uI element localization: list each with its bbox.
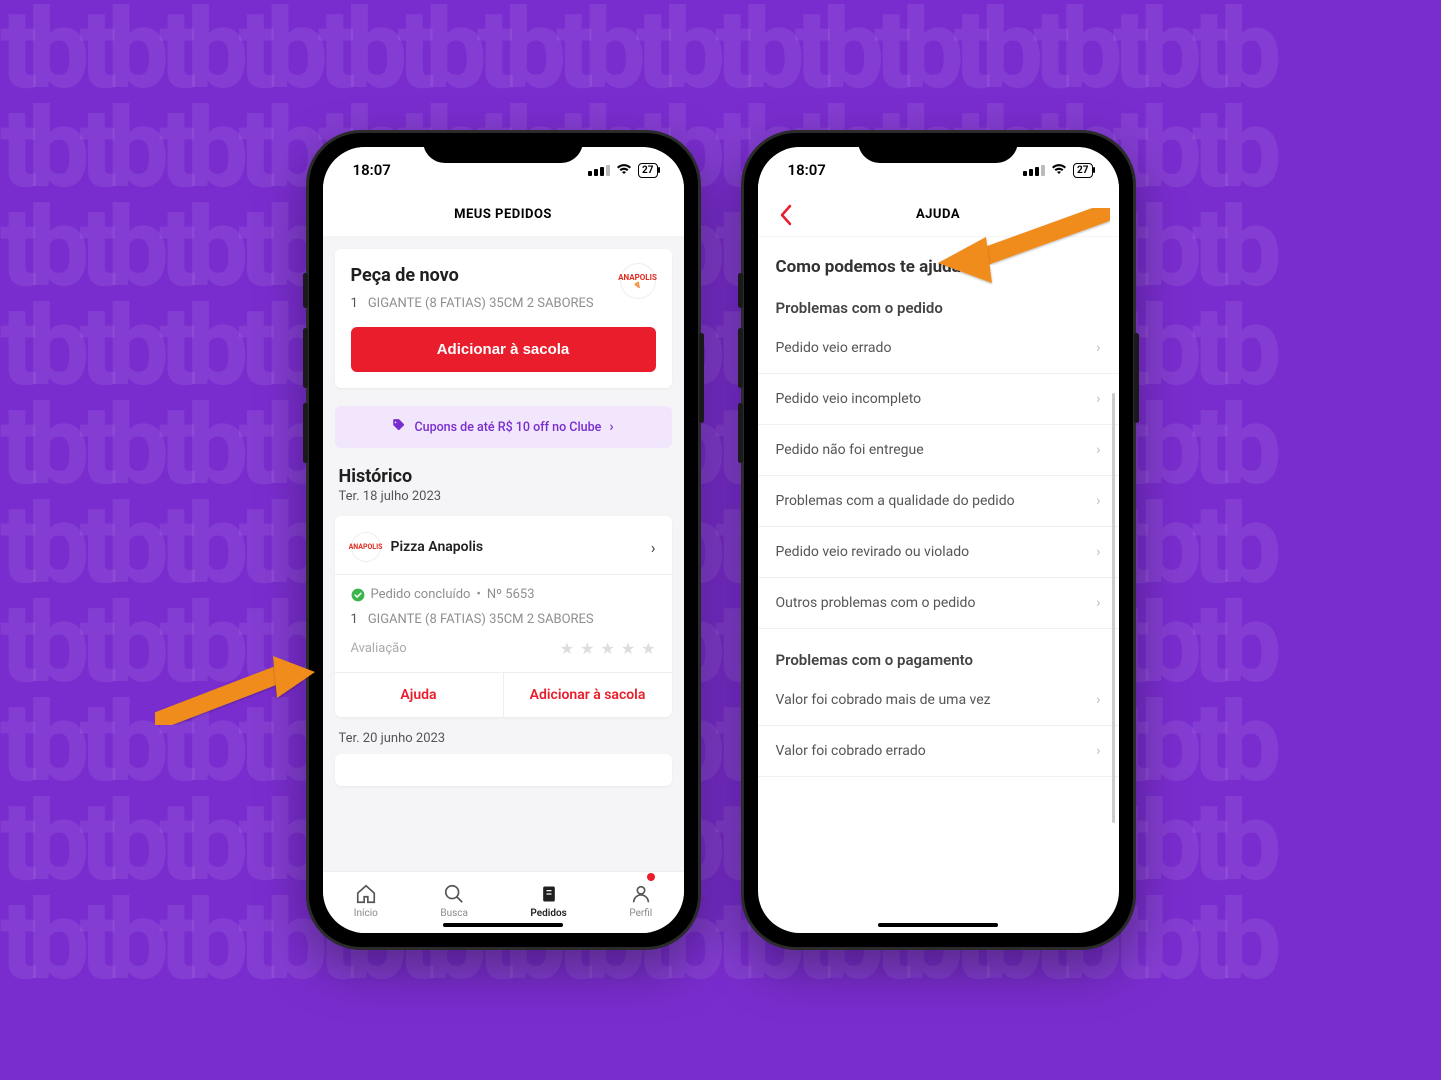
star-icon[interactable]: ★ (580, 639, 594, 658)
page-title: AJUDA (916, 207, 960, 222)
home-icon (355, 883, 377, 905)
help-item-not-delivered[interactable]: Pedido não foi entregue› (758, 425, 1119, 476)
reorder-button[interactable]: Adicionar à sacola (504, 673, 672, 717)
reorder-card: Peça de novo ANAPOLIS🍕 1 GIGANTE (8 FATI… (335, 249, 672, 388)
chevron-right-icon: › (1096, 743, 1100, 759)
tag-icon (392, 418, 406, 436)
help-item-quality[interactable]: Problemas com a qualidade do pedido› (758, 476, 1119, 527)
battery-icon: 27 (638, 163, 657, 178)
help-item-incomplete[interactable]: Pedido veio incompleto› (758, 374, 1119, 425)
problems-order-heading: Problemas com o pedido (776, 299, 1101, 317)
rating-stars[interactable]: ★ ★ ★ ★ ★ (560, 639, 656, 658)
status-time: 18:07 (353, 161, 391, 179)
chevron-right-icon: › (1096, 692, 1100, 708)
star-icon[interactable]: ★ (560, 639, 574, 658)
order-item-qty: 1 (351, 612, 358, 627)
chevron-right-icon: › (1096, 595, 1100, 611)
chevron-right-icon: › (1096, 544, 1100, 560)
order-number: Nº 5653 (487, 587, 535, 602)
battery-icon: 27 (1073, 163, 1092, 178)
phone-right: 18:07 27 AJUDA Como podemos te ajudar? P… (741, 130, 1136, 950)
phone-left: 18:07 27 MEUS PEDIDOS Peça de novo ANAPO… (306, 130, 701, 950)
chevron-right-icon: › (609, 419, 613, 435)
help-button[interactable]: Ajuda (335, 673, 504, 717)
star-icon[interactable]: ★ (641, 639, 655, 658)
promo-banner[interactable]: Cupons de até R$ 10 off no Clube › (335, 406, 672, 448)
check-circle-icon (351, 588, 365, 602)
star-icon[interactable]: ★ (600, 639, 614, 658)
problems-order-list: Pedido veio errado› Pedido veio incomple… (758, 323, 1119, 629)
nav-title-bar: MEUS PEDIDOS (323, 193, 684, 237)
tab-home[interactable]: Início (354, 883, 378, 919)
restaurant-logo: ANAPOLIS🍕 (620, 263, 656, 299)
home-indicator[interactable] (443, 923, 563, 927)
wifi-icon (1051, 161, 1067, 179)
reorder-qty: 1 (351, 296, 358, 311)
history-date-1: Ter. 18 julho 2023 (339, 489, 668, 504)
history-date-2: Ter. 20 junho 2023 (339, 731, 668, 746)
reorder-item: GIGANTE (8 FATIAS) 35CM 2 SABORES (368, 296, 594, 311)
star-icon[interactable]: ★ (621, 639, 635, 658)
chevron-right-icon: › (1096, 391, 1100, 407)
help-item-other[interactable]: Outros problemas com o pedido› (758, 578, 1119, 629)
order-header[interactable]: ANAPOLIS Pizza Anapolis › (351, 532, 656, 562)
promo-text: Cupons de até R$ 10 off no Clube (414, 420, 601, 435)
status-bar: 18:07 27 (323, 147, 684, 193)
search-icon (443, 883, 465, 905)
order-history-card-partial (335, 754, 672, 786)
help-item-wrong[interactable]: Pedido veio errado› (758, 323, 1119, 374)
help-heading: Como podemos te ajudar? (776, 257, 1101, 277)
help-item-charged-wrong[interactable]: Valor foi cobrado errado› (758, 726, 1119, 777)
chevron-right-icon: › (651, 538, 656, 557)
wifi-icon (616, 161, 632, 179)
nav-title-bar: AJUDA (758, 193, 1119, 237)
chevron-right-icon: › (1096, 493, 1100, 509)
page-title: MEUS PEDIDOS (454, 207, 552, 222)
tab-profile[interactable]: Perfil (629, 883, 652, 919)
problems-payment-list: Valor foi cobrado mais de uma vez› Valor… (758, 675, 1119, 777)
chevron-right-icon: › (1096, 442, 1100, 458)
receipt-icon (538, 883, 560, 905)
home-indicator[interactable] (878, 923, 998, 927)
reorder-title: Peça de novo (351, 265, 656, 286)
signal-icon (1023, 165, 1045, 176)
profile-icon (630, 883, 652, 905)
add-to-bag-button[interactable]: Adicionar à sacola (351, 327, 656, 372)
rating-label: Avaliação (351, 641, 407, 656)
restaurant-name: Pizza Anapolis (391, 539, 641, 555)
order-status: Pedido concluído (371, 587, 471, 602)
order-history-card: ANAPOLIS Pizza Anapolis › Pedido concluí… (335, 516, 672, 717)
chevron-right-icon: › (1096, 340, 1100, 356)
signal-icon (588, 165, 610, 176)
status-bar: 18:07 27 (758, 147, 1119, 193)
restaurant-logo-small: ANAPOLIS (351, 532, 381, 562)
tab-search[interactable]: Busca (440, 883, 468, 919)
help-item-charged-twice[interactable]: Valor foi cobrado mais de uma vez› (758, 675, 1119, 726)
scroll-indicator (1112, 393, 1115, 823)
problems-payment-heading: Problemas com o pagamento (776, 651, 1101, 669)
history-title: Histórico (339, 466, 668, 487)
back-button[interactable] (774, 203, 798, 227)
order-item-name: GIGANTE (8 FATIAS) 35CM 2 SABORES (368, 612, 594, 627)
notification-dot-icon (647, 873, 655, 881)
tab-orders[interactable]: Pedidos (530, 883, 566, 919)
status-time: 18:07 (788, 161, 826, 179)
help-item-damaged[interactable]: Pedido veio revirado ou violado› (758, 527, 1119, 578)
